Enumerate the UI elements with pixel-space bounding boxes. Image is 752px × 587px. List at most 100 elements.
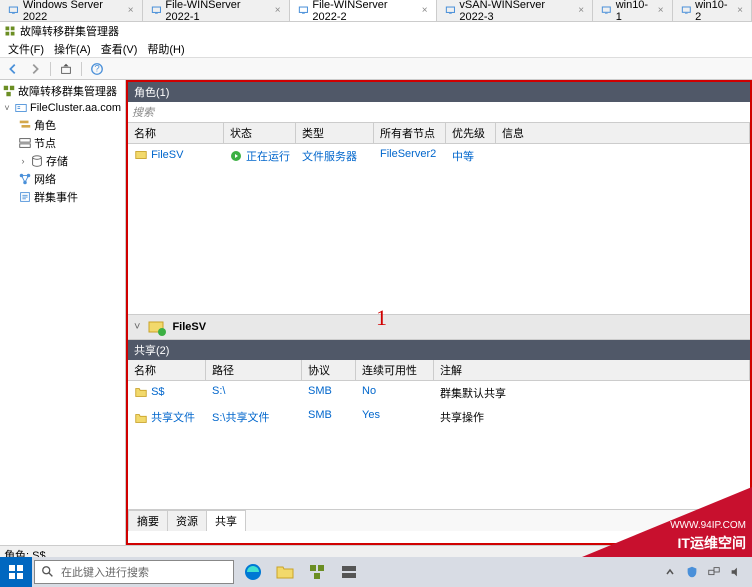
vm-tab-2[interactable]: File-WINServer 2022-2 × [290,0,437,21]
col-name[interactable]: 名称 [128,123,224,143]
back-button[interactable] [4,60,22,78]
tab-resources[interactable]: 资源 [167,510,207,531]
explorer-icon[interactable] [270,557,300,587]
forward-button[interactable] [26,60,44,78]
help-button[interactable]: ? [88,60,106,78]
col-share-note[interactable]: 注解 [434,360,750,380]
tree-roles-label: 角色 [34,117,56,133]
share-note: 群集默认共享 [434,383,750,403]
role-row[interactable]: FileSV 正在运行 文件服务器 FileServer2 中等 [128,144,750,168]
monitor-icon [601,5,612,17]
tree-roles[interactable]: 角色 [18,116,123,134]
share-path: S:\共享文件 [206,407,302,427]
close-icon[interactable]: × [422,5,428,16]
separator [50,62,51,76]
role-status: 正在运行 [246,148,290,164]
tab-summary[interactable]: 摘要 [128,510,168,531]
folder-icon [134,411,148,425]
col-owner[interactable]: 所有者节点 [374,123,446,143]
monitor-icon [681,5,692,17]
tree-root-label: 故障转移群集管理器 [18,83,117,99]
tray-up-icon[interactable] [662,564,678,580]
search-placeholder: 搜索 [132,107,154,119]
monitor-icon [298,5,309,17]
running-icon [230,150,242,162]
search-placeholder: 在此键入进行搜索 [61,564,149,580]
tray-volume-icon[interactable] [728,564,744,580]
tray-shield-icon[interactable] [684,564,700,580]
detail-header: ˅ FileSV [128,314,750,340]
close-icon[interactable]: × [275,5,281,16]
tree-nodes[interactable]: 节点 [18,134,123,152]
tree-storage[interactable]: › 存储 [18,152,123,170]
vm-tab-bar: Windows Server 2022 × File-WINServer 202… [0,0,752,22]
tab-shares[interactable]: 共享 [206,510,246,531]
tree-root[interactable]: 故障转移群集管理器 [2,82,123,100]
col-share-continuous[interactable]: 连续可用性 [356,360,434,380]
role-type: 文件服务器 [296,146,374,166]
search-row[interactable]: 搜索 [128,102,750,123]
close-icon[interactable]: × [128,5,134,16]
share-continuous: No [356,383,434,403]
folder-icon [134,385,148,399]
vm-tab-4[interactable]: win10-1 × [593,0,672,21]
vm-tab-0[interactable]: Windows Server 2022 × [0,0,143,21]
shares-panel-header: 共享(2) [128,340,750,360]
toolbar: ? [0,58,752,80]
share-row[interactable]: S$ S:\ SMB No 群集默认共享 [128,381,750,405]
cluster-app-icon[interactable] [302,557,332,587]
monitor-icon [151,5,162,17]
col-share-protocol[interactable]: 协议 [302,360,356,380]
vm-tab-1[interactable]: File-WINServer 2022-1 × [143,0,290,21]
tree-cluster[interactable]: ˅ FileCluster.aa.com [2,100,123,116]
tree-networks[interactable]: 网络 [18,170,123,188]
col-priority[interactable]: 优先级 [446,123,496,143]
up-button[interactable] [57,60,75,78]
start-button[interactable] [0,557,32,587]
monitor-icon [8,5,19,17]
menu-help[interactable]: 帮助(H) [143,41,188,57]
col-share-path[interactable]: 路径 [206,360,302,380]
tree-networks-label: 网络 [34,171,56,187]
share-row[interactable]: 共享文件 S:\共享文件 SMB Yes 共享操作 [128,405,750,429]
share-name: 共享文件 [151,412,195,424]
chevron-down-icon[interactable]: ˅ [134,321,140,333]
vm-tab-5[interactable]: win10-2 × [673,0,752,21]
edge-icon[interactable] [238,557,268,587]
watermark-url: WWW.94IP.COM [670,520,746,531]
system-tray [662,564,752,580]
roles-header-text: 角色(1) [134,84,169,100]
search-icon [41,565,55,579]
nodes-icon [18,136,32,150]
tree-events-label: 群集事件 [34,189,78,205]
menu-file[interactable]: 文件(F) [4,41,48,57]
share-name: S$ [151,386,164,398]
server-manager-icon[interactable] [334,557,364,587]
tray-network-icon[interactable] [706,564,722,580]
role-name: FileSV [151,149,183,161]
menu-action[interactable]: 操作(A) [50,41,95,57]
vm-tab-3[interactable]: vSAN-WINServer 2022-3 × [437,0,594,21]
menu-view[interactable]: 查看(V) [97,41,142,57]
close-icon[interactable]: × [578,5,584,16]
tree-cluster-label: FileCluster.aa.com [30,102,121,114]
vm-tab-label: File-WINServer 2022-1 [165,0,266,23]
collapse-icon[interactable]: ˅ [2,103,12,113]
tree-events[interactable]: 群集事件 [18,188,123,206]
close-icon[interactable]: × [737,5,743,16]
cluster-icon [14,101,28,115]
col-info[interactable]: 信息 [496,123,750,143]
role-info [496,146,750,166]
close-icon[interactable]: × [658,5,664,16]
col-type[interactable]: 类型 [296,123,374,143]
col-share-name[interactable]: 名称 [128,360,206,380]
share-note: 共享操作 [434,407,750,427]
roles-icon [18,118,32,132]
share-protocol: SMB [302,407,356,427]
col-status[interactable]: 状态 [224,123,296,143]
menu-bar: 文件(F) 操作(A) 查看(V) 帮助(H) [0,40,752,58]
expand-icon[interactable]: › [18,156,28,166]
tree-storage-label: 存储 [46,153,68,169]
share-protocol: SMB [302,383,356,403]
taskbar-search[interactable]: 在此键入进行搜索 [34,560,234,584]
